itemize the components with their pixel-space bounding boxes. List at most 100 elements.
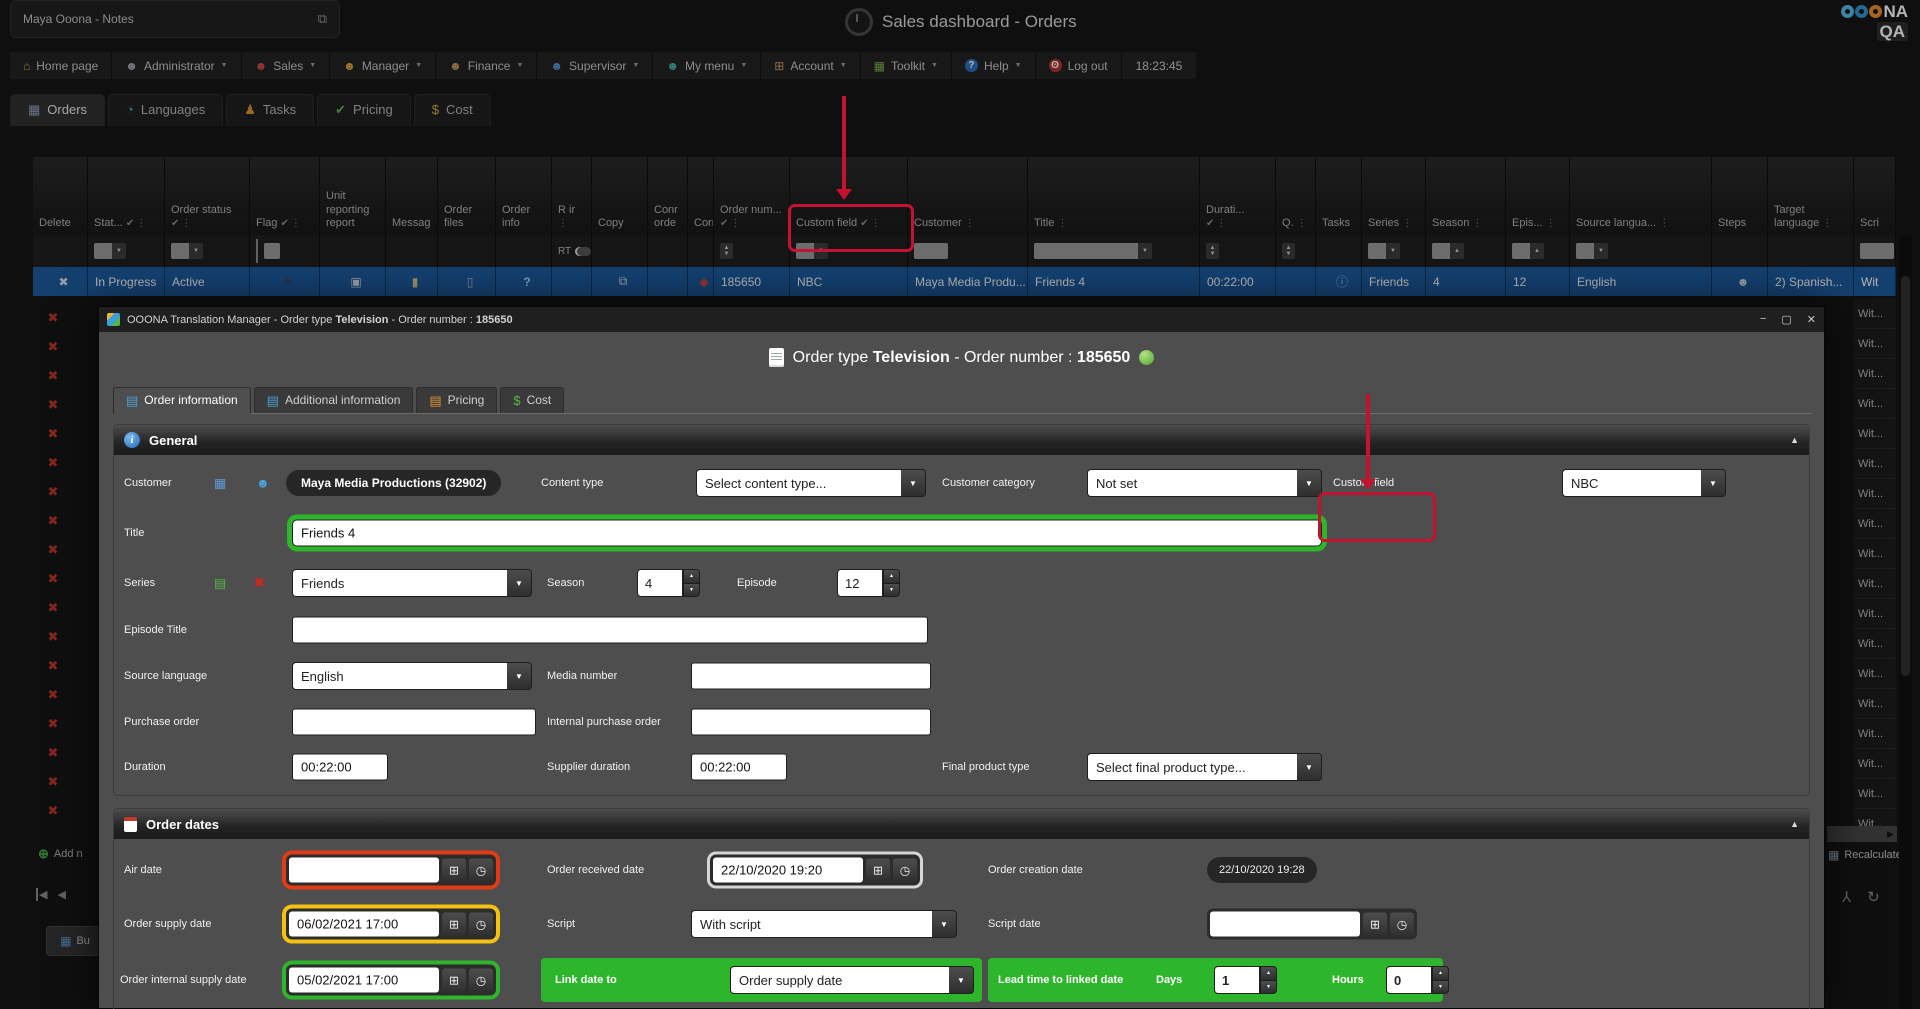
- step-up-icon: [1432, 966, 1449, 980]
- chevron-down-icon: [901, 469, 926, 497]
- air-date-input[interactable]: [289, 858, 439, 883]
- supplier-duration-label: Supplier duration: [547, 761, 630, 773]
- general-section-header[interactable]: i General ▲: [114, 425, 1809, 455]
- custom-field-select[interactable]: NBC: [1562, 469, 1726, 497]
- received-date-picker[interactable]: ⊞ ◷: [710, 855, 920, 886]
- dialog-tab-label: Additional information: [285, 393, 400, 407]
- customer-label: Customer: [124, 477, 172, 489]
- purchase-order-input[interactable]: [292, 709, 536, 736]
- calendar-icon[interactable]: ⊞: [442, 912, 466, 936]
- customer-table-icon[interactable]: ▦: [214, 477, 226, 490]
- supply-date-picker[interactable]: ⊞ ◷: [286, 909, 496, 940]
- dialog-tab[interactable]: ▤ Additional information: [254, 387, 414, 413]
- calendar-icon: [124, 817, 137, 832]
- step-up-icon: [683, 569, 700, 583]
- app-icon: [107, 313, 120, 326]
- days-label: Days: [1156, 974, 1182, 986]
- document-icon: [769, 348, 784, 367]
- internal-supply-input[interactable]: [289, 968, 439, 993]
- calendar-icon[interactable]: ⊞: [442, 858, 466, 882]
- episode-label: Episode: [737, 577, 777, 589]
- internal-supply-picker[interactable]: ⊞ ◷: [286, 965, 496, 996]
- series-label: Series: [124, 577, 155, 589]
- final-product-label: Final product type: [942, 761, 1029, 773]
- order-dialog: OOONA Translation Manager - Order type T…: [98, 306, 1825, 1009]
- series-select[interactable]: Friends: [292, 569, 532, 597]
- lead-time-label: Lead time to linked date: [998, 974, 1123, 986]
- series-add-icon[interactable]: ▤: [214, 577, 226, 590]
- episode-stepper[interactable]: 12: [837, 569, 900, 597]
- internal-supply-label: Order internal supply date: [120, 974, 278, 986]
- dialog-tab-label: Cost: [527, 393, 552, 407]
- episode-title-label: Episode Title: [124, 624, 187, 636]
- dialog-tab-icon: ▤: [126, 394, 138, 407]
- received-date-input[interactable]: [713, 858, 863, 883]
- calendar-icon[interactable]: ⊞: [866, 858, 890, 882]
- clock-icon[interactable]: ◷: [893, 858, 917, 882]
- dialog-tab-bar: ▤ Order information ▤ Additional informa…: [113, 387, 1812, 414]
- link-date-label: Link date to: [555, 974, 617, 986]
- close-button[interactable]: ✕: [1807, 313, 1816, 326]
- supplier-duration-input[interactable]: [691, 754, 787, 781]
- collapse-icon[interactable]: ▲: [1790, 435, 1799, 445]
- customer-category-label: Customer category: [942, 477, 1035, 489]
- series-remove-icon[interactable]: ✖: [254, 575, 265, 591]
- script-date-label: Script date: [988, 918, 1041, 930]
- script-date-picker[interactable]: ⊞ ◷: [1207, 909, 1417, 940]
- clock-icon[interactable]: ◷: [469, 968, 493, 992]
- internal-po-input[interactable]: [691, 709, 931, 736]
- source-language-select[interactable]: English: [292, 662, 532, 690]
- dialog-titlebar[interactable]: OOONA Translation Manager - Order type T…: [99, 307, 1824, 332]
- chevron-down-icon: [507, 569, 532, 597]
- duration-input[interactable]: [292, 754, 388, 781]
- creation-date-value: 22/10/2020 19:28: [1207, 857, 1317, 883]
- customer-person-icon[interactable]: ☻: [256, 477, 270, 490]
- screen: Maya Ooona - Notes ⧉ Sales dashboard - O…: [0, 0, 1920, 1009]
- step-up-icon: [883, 569, 900, 583]
- content-type-select[interactable]: Select content type...: [696, 469, 926, 497]
- collapse-icon[interactable]: ▲: [1790, 819, 1799, 829]
- days-stepper[interactable]: 1: [1214, 966, 1277, 994]
- dialog-tab[interactable]: ▤ Pricing: [416, 387, 497, 413]
- clock-icon[interactable]: ◷: [1390, 912, 1414, 936]
- clock-icon[interactable]: ◷: [469, 858, 493, 882]
- info-icon: i: [124, 432, 140, 448]
- dialog-tab[interactable]: ▤ Order information: [113, 387, 251, 414]
- season-stepper[interactable]: 4: [637, 569, 700, 597]
- step-up-icon: [1260, 966, 1277, 980]
- calendar-icon[interactable]: ⊞: [442, 968, 466, 992]
- general-section: i General ▲ Customer ▦ ☻ Maya Media Prod…: [113, 424, 1810, 796]
- maximize-button[interactable]: ▢: [1781, 313, 1791, 326]
- content-type-label: Content type: [541, 477, 603, 489]
- chevron-down-icon: [949, 966, 974, 994]
- chevron-down-icon: [932, 910, 957, 938]
- hours-stepper[interactable]: 0: [1386, 966, 1449, 994]
- dialog-title: OOONA Translation Manager - Order type T…: [127, 314, 513, 326]
- lead-time-panel: Lead time to linked date Days 1 Hours 0: [988, 958, 1443, 1002]
- chevron-down-icon: [1297, 753, 1322, 781]
- title-input[interactable]: [292, 520, 1322, 547]
- customer-category-select[interactable]: Not set: [1087, 469, 1322, 497]
- media-number-input[interactable]: [691, 663, 931, 690]
- supply-date-input[interactable]: [289, 912, 439, 937]
- order-dates-section-header[interactable]: Order dates ▲: [114, 809, 1809, 839]
- dialog-tab-icon: ▤: [267, 394, 279, 407]
- customer-value[interactable]: Maya Media Productions (32902): [286, 470, 501, 496]
- script-date-input[interactable]: [1210, 912, 1360, 937]
- calendar-icon[interactable]: ⊞: [1363, 912, 1387, 936]
- final-product-select[interactable]: Select final product type...: [1087, 753, 1322, 781]
- internal-po-label: Internal purchase order: [547, 716, 661, 728]
- section-title: General: [149, 433, 197, 448]
- air-date-picker[interactable]: ⊞ ◷: [286, 855, 496, 886]
- link-date-select[interactable]: Order supply date: [730, 966, 974, 994]
- script-select[interactable]: With script: [691, 910, 957, 938]
- dialog-tab[interactable]: $ Cost: [500, 387, 564, 413]
- episode-title-input[interactable]: [292, 617, 928, 644]
- dialog-tab-label: Pricing: [448, 393, 485, 407]
- dialog-tab-icon: $: [513, 394, 520, 407]
- dialog-heading: Order type Television - Order number : 1…: [99, 348, 1824, 367]
- minimize-button[interactable]: −: [1760, 313, 1766, 326]
- clock-icon[interactable]: ◷: [469, 912, 493, 936]
- air-date-label: Air date: [124, 864, 162, 876]
- step-down-icon: [883, 583, 900, 598]
